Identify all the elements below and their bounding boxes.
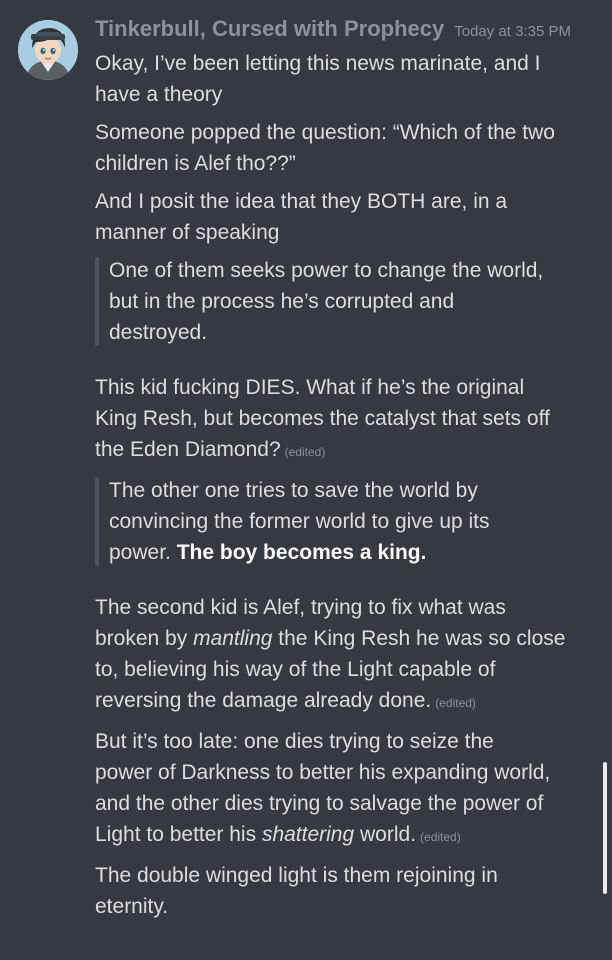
text-fragment: the King Resh he was so close [272,627,566,650]
message-paragraph: The second kid is Alef, trying to fix wh… [95,592,595,719]
message-content: Okay, I’ve been letting this news marina… [95,48,595,929]
text-line: to, believing his way of the Light capab… [95,658,496,681]
text-line: But it’s too late: one dies trying to se… [95,730,494,753]
text-line: This kid fucking DIES. What if he’s the … [95,376,525,399]
text-line: The other one tries to save the world by [109,479,478,502]
edited-label: (edited) [435,696,476,710]
block-quote: The other one tries to save the world by… [95,475,595,568]
text-line: children is Alef tho??” [95,152,296,175]
text-line: have a theory [95,83,223,106]
italic-text: shattering [261,823,355,846]
message-header: Tinkerbull, Cursed with Prophecy Today at… [95,16,571,42]
text-fragment: power. [109,541,177,564]
text-line: Okay, I’ve been letting this news marina… [95,52,541,75]
text-line: but in the process he’s corrupted and [109,290,455,313]
text-fragment: broken by [95,627,194,650]
text-line: And I posit the idea that they BOTH are,… [95,190,508,213]
text-line: power of Darkness to better his expandin… [95,761,551,784]
text-line: The double winged light is them rejoinin… [95,864,498,887]
text-line: convincing the former world to give up i… [109,510,490,533]
text-line: power. The boy becomes a king. [109,537,595,568]
quote-text: One of them seeks power to change the wo… [109,255,595,348]
user-avatar-icon[interactable] [18,20,78,80]
message-paragraph: Okay, I’ve been letting this news marina… [95,48,595,110]
timestamp[interactable]: Today at 3:35 PM [454,23,571,40]
message-paragraph: The double winged light is them rejoinin… [95,860,595,922]
chat-message: Tinkerbull, Cursed with Prophecy Today at… [0,0,612,960]
quote-text: The other one tries to save the world by… [109,475,595,568]
message-paragraph: This kid fucking DIES. What if he’s the … [95,372,595,468]
text-line: Light to better his shattering world. (ed… [95,819,595,853]
text-line: Someone popped the question: “Which of t… [95,121,555,144]
text-fragment: Light to better his [95,823,262,846]
quote-bar [95,257,99,346]
edited-label: (edited) [284,445,326,459]
message-paragraph: And I posit the idea that they BOTH are,… [95,186,595,248]
text-line: manner of speaking [95,221,280,244]
text-line: reversing the damage already done. (edite… [95,685,595,719]
text-line: eternity. [95,895,169,918]
text-fragment: world. [354,823,417,846]
bold-text: The boy becomes a king. [176,541,427,564]
scrollbar-thumb[interactable] [603,762,607,894]
username[interactable]: Tinkerbull, Cursed with Prophecy [95,16,444,41]
text-line: and the other dies trying to salvage the… [95,792,544,815]
italic-text: mantling [193,627,273,650]
text-line: broken by mantling the King Resh he was … [95,623,595,654]
text-line: King Resh, but becomes the catalyst that… [95,407,550,430]
text-fragment: reversing the damage already done. [95,689,432,712]
edited-label: (edited) [420,830,461,844]
message-paragraph: Someone popped the question: “Which of t… [95,117,595,179]
text-line: the Eden Diamond? (edited) [95,434,595,468]
text-line: The second kid is Alef, trying to fix wh… [95,596,506,619]
quote-bar [95,477,99,566]
block-quote: One of them seeks power to change the wo… [95,255,595,348]
message-paragraph: But it’s too late: one dies trying to se… [95,726,595,853]
text-fragment: the Eden Diamond? [95,438,281,461]
text-line: One of them seeks power to change the wo… [109,259,544,282]
text-line: destroyed. [109,321,208,344]
